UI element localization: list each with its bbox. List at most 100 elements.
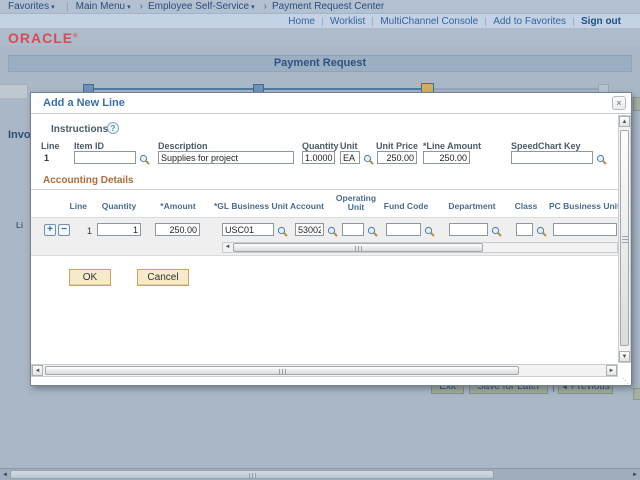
dialog-v-scroll-thumb[interactable] [620,130,629,346]
page-scroll-thumb[interactable] [10,470,494,479]
row-pc-business-unit-field[interactable] [553,223,617,236]
col-header-department: Department [448,201,496,211]
multichannel-console-link[interactable]: MultiChannel Console [380,16,478,27]
row-account-field[interactable] [295,223,324,236]
scroll-up-icon[interactable]: ▲ [619,116,630,127]
sign-out-link[interactable]: Sign out [581,16,621,27]
dialog-h-scroll-thumb[interactable] [45,366,519,375]
speedchart-key-field[interactable] [511,151,593,164]
instructions-label: Instructions [51,124,109,135]
department-lookup-icon[interactable] [491,224,502,237]
train-line-remaining [427,88,602,90]
oracle-logo-text: ORACLE [8,30,74,46]
peoplesoft-screen: Favorites ▾ Main Menu ▾ › Employee Self-Se… [0,0,640,480]
account-lookup-icon[interactable] [327,224,338,237]
row-amount-field[interactable] [155,223,200,236]
background-tab-fragment [0,84,28,98]
grid-h-scrollbar[interactable]: ◄ [222,242,618,253]
scroll-left-icon[interactable]: ◄ [223,243,232,252]
scroll-left-icon[interactable]: ◄ [0,470,10,480]
help-icon[interactable]: ? [107,122,119,134]
page-h-scrollbar[interactable]: ◄ ► [0,468,640,480]
link-divider [485,16,487,26]
chevron-down-icon: ▾ [127,4,131,11]
breadcrumb-label: Employee Self-Service [147,1,250,12]
dialog-titlebar: Add a New Line × [31,93,631,114]
unit-field[interactable] [340,151,360,164]
link-divider [321,16,323,26]
col-header-operating-unit: Operating Unit [335,193,377,212]
main-menu-label: Main Menu [75,1,126,12]
favorites-label: Favorites [8,1,50,12]
scroll-down-icon[interactable]: ▼ [619,351,630,362]
item-id-field[interactable] [74,151,136,164]
breadcrumb-item-ess[interactable]: Employee Self-Service ▾ [148,1,255,12]
nav-divider [66,1,68,12]
unit-price-field[interactable] [377,151,417,164]
worklist-link[interactable]: Worklist [330,16,365,27]
description-label: Description [158,141,208,151]
home-link[interactable]: Home [288,16,315,27]
row-gl-business-unit-field[interactable] [222,223,274,236]
close-icon[interactable]: × [612,96,626,110]
grid-scroll-thumb[interactable] [233,243,483,252]
col-header-amount: *Amount [160,201,196,211]
oracle-logo: ORACLE® [8,30,79,46]
row-fund-code-field[interactable] [386,223,421,236]
thumb-grip [279,369,287,375]
row-department-field[interactable] [449,223,488,236]
col-header-account: Account [290,201,324,211]
dialog-v-scrollbar[interactable]: ▲ ▼ [618,115,631,363]
line-number-value: 1 [44,153,50,163]
add-new-line-dialog: Add a New Line × Instructions ? Line Ite… [30,92,632,386]
add-row-button[interactable]: + [44,224,56,236]
breadcrumb-separator-icon: › [263,1,267,12]
scroll-left-icon[interactable]: ◄ [32,365,43,376]
dialog-h-scrollbar[interactable]: ◄ ► [31,364,618,377]
thumb-grip [355,246,363,252]
class-lookup-icon[interactable] [536,224,547,237]
chevron-down-icon: ▾ [51,4,55,11]
quantity-field[interactable] [302,151,335,164]
resize-grip-icon[interactable]: ⋱ [622,377,629,385]
col-header-gl-business-unit: *GL Business Unit [214,201,288,211]
scroll-right-icon[interactable]: ► [606,365,617,376]
background-heading-fragment: Invo [8,129,31,141]
breadcrumb-item-payment-request-center[interactable]: Payment Request Center [272,1,384,12]
description-field[interactable] [158,151,294,164]
col-header-line: Line [69,201,87,211]
dialog-title: Add a New Line [43,97,125,109]
gl-business-unit-lookup-icon[interactable] [277,224,288,237]
background-button-fragment [633,388,640,400]
cancel-button[interactable]: Cancel [137,269,189,286]
link-divider [573,16,574,26]
line-amount-field[interactable] [423,151,470,164]
main-menu[interactable]: Main Menu ▾ [76,1,131,12]
ok-button[interactable]: OK [69,269,111,286]
remove-row-button[interactable]: − [58,224,70,236]
unit-label: Unit [340,141,358,151]
unit-lookup-icon[interactable] [363,152,374,165]
thumb-grip [622,235,628,243]
speedchart-lookup-icon[interactable] [596,152,607,165]
item-id-lookup-icon[interactable] [139,152,150,165]
item-id-label: Item ID [74,141,105,151]
scroll-right-icon[interactable]: ► [630,470,640,480]
line-amount-label: *Line Amount [423,141,482,151]
accounting-details-title: Accounting Details [43,175,134,186]
favorites-menu[interactable]: Favorites ▾ [8,1,55,12]
fund-code-lookup-icon[interactable] [424,224,435,237]
row-quantity-field[interactable] [97,223,141,236]
breadcrumb: Favorites ▾ Main Menu ▾ › Employee Self-Se… [0,0,640,14]
speedchart-key-label: SpeedChart Key [511,141,581,151]
background-label-fragment: Li [16,221,24,230]
row-line-number: 1 [87,226,93,236]
row-class-field[interactable] [516,223,533,236]
col-header-quantity: Quantity [101,201,137,211]
row-operating-unit-field[interactable] [342,223,364,236]
add-to-favorites-link[interactable]: Add to Favorites [493,16,566,27]
col-header-fund-code: Fund Code [383,201,429,211]
breadcrumb-separator-icon: › [139,1,143,12]
link-divider [372,16,374,26]
operating-unit-lookup-icon[interactable] [367,224,378,237]
